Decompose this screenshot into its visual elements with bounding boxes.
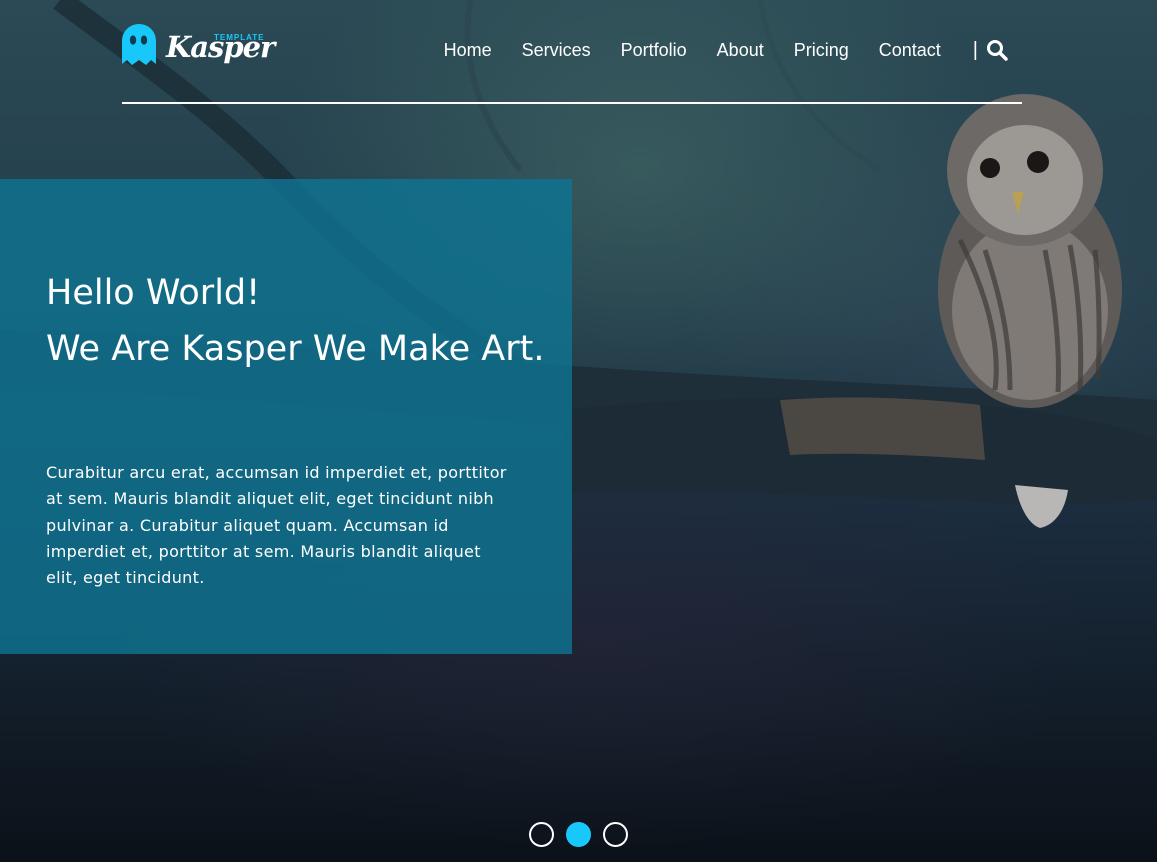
nav-item-portfolio[interactable]: Portfolio xyxy=(621,38,687,62)
slider-dot-2-active[interactable] xyxy=(566,822,591,847)
nav-item-services[interactable]: Services xyxy=(522,38,591,62)
hero-text-panel: Hello World! We Are Kasper We Make Art. … xyxy=(0,179,572,654)
logo-tagline: TEMPLATE xyxy=(214,33,265,42)
nav-separator: | xyxy=(972,39,978,61)
ghost-logo-icon xyxy=(122,24,156,65)
nav-item-home[interactable]: Home xyxy=(444,38,492,62)
search-icon[interactable] xyxy=(986,39,1008,61)
logo[interactable]: Kasper TEMPLATE xyxy=(122,22,275,72)
nav-item-pricing[interactable]: Pricing xyxy=(794,38,849,62)
hero-description: Curabitur arcu erat, accumsan id imperdi… xyxy=(46,463,507,588)
nav-item-about[interactable]: About xyxy=(717,38,764,62)
slider-pagination xyxy=(529,822,640,847)
main-nav: Home Services Portfolio About Pricing Co… xyxy=(414,38,1008,62)
hero-heading-line1: Hello World! xyxy=(46,273,261,313)
hero-heading-line2: We Are Kasper We Make Art. xyxy=(46,329,545,369)
site-header: Kasper TEMPLATE Home Services Portfolio … xyxy=(122,0,1022,104)
slider-dot-3[interactable] xyxy=(603,822,628,847)
nav-item-contact[interactable]: Contact xyxy=(879,38,941,62)
slider-dot-1[interactable] xyxy=(529,822,554,847)
hero-heading: Hello World! We Are Kasper We Make Art. xyxy=(46,265,546,377)
